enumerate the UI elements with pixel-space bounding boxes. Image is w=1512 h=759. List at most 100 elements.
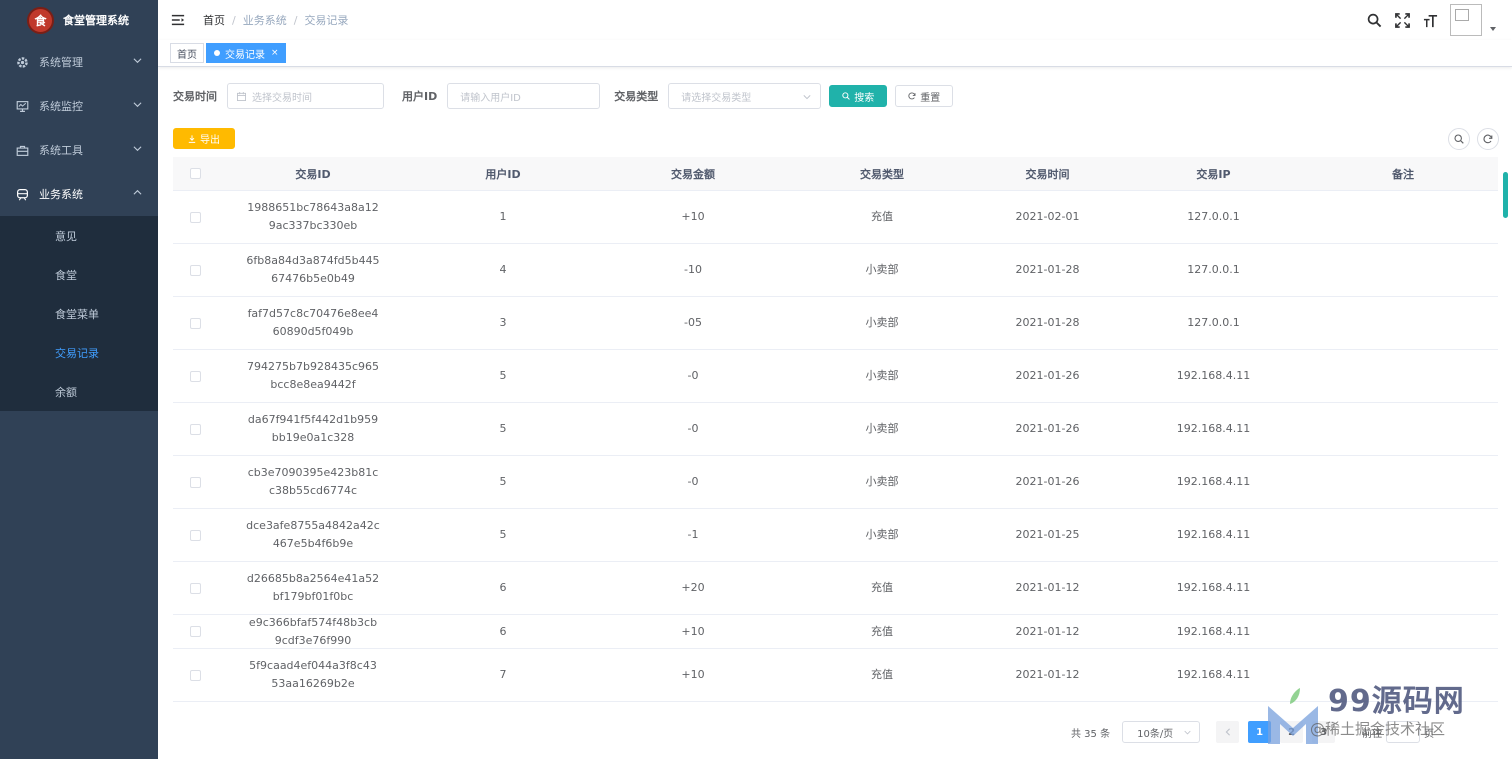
export-button[interactable]: 导出 — [173, 128, 235, 149]
table-row: faf7d57c8c70476e8ee460890d5f049b 3 -05 小卖部 2… — [173, 297, 1498, 350]
row-checkbox[interactable] — [190, 626, 201, 637]
cell-user-id: 3 — [499, 316, 507, 329]
row-checkbox[interactable] — [190, 423, 201, 435]
header-user-id: 用户ID — [485, 167, 521, 181]
header-amount: 交易金额 — [671, 167, 715, 181]
cell-time: 2021-01-12 — [1015, 624, 1080, 638]
table-row: da67f941f5f442d1b959bb19e0a1c328 5 -0 小卖部 20… — [173, 403, 1498, 456]
row-checkbox[interactable] — [190, 370, 201, 382]
cell-transaction-id: faf7d57c8c70476e8ee460890d5f049b — [247, 307, 379, 338]
page-size-select[interactable]: 10条/页 — [1122, 721, 1201, 743]
cell-time: 2021-01-12 — [1015, 581, 1080, 594]
page-1-button[interactable]: 1 — [1248, 721, 1272, 743]
menu-label: 系统监控 — [39, 100, 83, 113]
table-row: d26685b8a2564e41a52bf179bf01f0bc 6 +20 充值 20… — [173, 562, 1498, 615]
scrollbar-thumb[interactable] — [1503, 172, 1508, 218]
breadcrumb-current: 交易记录 — [304, 14, 349, 27]
type-placeholder: 请选择交易类型 — [681, 92, 752, 104]
prev-page-button[interactable] — [1216, 721, 1240, 743]
cell-transaction-id: 5f9caad4ef044a3f8c4353aa16269b2e — [249, 659, 377, 690]
row-checkbox[interactable] — [190, 582, 201, 594]
time-picker[interactable]: 选择交易时间 — [227, 83, 384, 109]
table-body: 1988651bc78643a8a129ac337bc330eb 1 +10 充值 20… — [173, 191, 1498, 702]
cell-type: 小卖部 — [865, 475, 899, 488]
sidebar-item-feedback[interactable]: 意见 — [0, 216, 158, 255]
row-checkbox[interactable] — [190, 317, 201, 329]
row-checkbox[interactable] — [190, 529, 201, 541]
header-transaction-id: 交易ID — [295, 167, 331, 181]
calendar-icon — [237, 92, 246, 101]
row-checkbox[interactable] — [190, 669, 201, 681]
search-icon — [842, 92, 851, 100]
toggle-search-button[interactable] — [1448, 128, 1470, 150]
cell-user-id: 5 — [499, 369, 507, 382]
search-button[interactable]: 搜索 — [829, 85, 888, 107]
cell-type: 小卖部 — [865, 422, 899, 435]
row-select-cell — [173, 529, 218, 541]
logo[interactable]: 食 食堂管理系统 — [0, 0, 158, 40]
uid-input[interactable]: 请输入用户ID — [447, 83, 601, 109]
menu-system-monitor[interactable]: 系统监控 — [0, 84, 158, 128]
tags-view: 首页 交易记录 × — [158, 40, 1512, 67]
sidebar-item-transactions[interactable]: 交易记录 — [0, 333, 158, 372]
reset-button[interactable]: 重置 — [895, 85, 954, 107]
cell-user-id: 4 — [499, 263, 507, 276]
caret-down-icon[interactable] — [1490, 27, 1496, 31]
gear-icon — [16, 56, 29, 69]
cell-time: 2021-01-28 — [1015, 316, 1080, 329]
chevron-down-icon — [133, 58, 142, 64]
cell-user-id: 5 — [499, 475, 507, 488]
pagination: 共 35 条 10条/页 1 2 3 前往 页 — [1071, 721, 1434, 743]
type-select[interactable]: 请选择交易类型 — [668, 83, 822, 109]
search-icon[interactable] — [1366, 12, 1382, 28]
cell-transaction-id: 6fb8a84d3a874fd5b44567476b5e0b49 — [246, 254, 380, 285]
cell-user-id: 1 — [499, 210, 507, 223]
breadcrumb-home[interactable]: 首页 — [203, 12, 225, 28]
row-checkbox[interactable] — [190, 264, 201, 276]
row-checkbox[interactable] — [190, 476, 201, 488]
menu-system-tools[interactable]: 系统工具 — [0, 128, 158, 172]
select-all-checkbox[interactable] — [190, 168, 201, 179]
cell-type: 充值 — [871, 668, 893, 681]
page-2-button[interactable]: 2 — [1280, 721, 1304, 743]
refresh-icon — [1483, 134, 1493, 144]
row-select-cell — [173, 423, 218, 435]
table-row: 794275b7b928435c965bcc8e8ea9442f 5 -0 小卖部 20… — [173, 350, 1498, 403]
refresh-table-button[interactable] — [1477, 128, 1499, 150]
fullscreen-icon[interactable] — [1394, 12, 1410, 28]
row-select-cell — [173, 370, 218, 382]
time-placeholder: 选择交易时间 — [252, 92, 312, 104]
tag-transactions[interactable]: 交易记录 × — [206, 43, 286, 63]
tag-home[interactable]: 首页 — [170, 43, 204, 63]
table-row: 1988651bc78643a8a129ac337bc330eb 1 +10 充值 20… — [173, 191, 1498, 244]
goto-input[interactable] — [1386, 721, 1421, 743]
avatar[interactable] — [1450, 4, 1482, 36]
page-3-button[interactable]: 3 — [1312, 721, 1336, 743]
menu-system-management[interactable]: 系统管理 — [0, 40, 158, 84]
export-button-label: 导出 — [200, 135, 220, 146]
cell-ip: 192.168.4.11 — [1176, 369, 1251, 382]
time-label: 交易时间 — [173, 90, 217, 103]
cell-amount: -0 — [687, 475, 699, 488]
cell-ip: 192.168.4.11 — [1176, 624, 1251, 638]
submenu-business: 意见 食堂 食堂菜单 交易记录 余额 — [0, 216, 158, 411]
sidebar-item-canteen-menu[interactable]: 食堂菜单 — [0, 294, 158, 333]
hamburger-icon[interactable] — [171, 13, 185, 27]
cell-transaction-id: dce3afe8755a4842a42c467e5b4f6b9e — [246, 519, 380, 550]
cell-amount: +10 — [681, 210, 705, 223]
chevron-down-icon — [803, 95, 811, 100]
menu-business-system[interactable]: 业务系统 — [0, 172, 158, 216]
cell-ip: 192.168.4.11 — [1176, 668, 1251, 681]
row-select-cell — [173, 476, 218, 488]
cell-user-id: 5 — [499, 422, 507, 435]
sidebar-item-balance[interactable]: 余额 — [0, 372, 158, 411]
pagination-total: 共 35 条 — [1071, 728, 1111, 740]
cell-time: 2021-01-26 — [1015, 422, 1080, 435]
transactions-table: 交易ID 用户ID 交易金额 交易类型 交易时间 交易IP 备注 1988651… — [173, 157, 1498, 702]
header-time: 交易时间 — [1025, 167, 1070, 181]
close-icon[interactable]: × — [271, 48, 279, 58]
cell-time: 2021-01-26 — [1015, 475, 1080, 488]
font-size-icon[interactable] — [1422, 12, 1438, 28]
sidebar-item-canteen[interactable]: 食堂 — [0, 255, 158, 294]
row-checkbox[interactable] — [190, 211, 201, 223]
